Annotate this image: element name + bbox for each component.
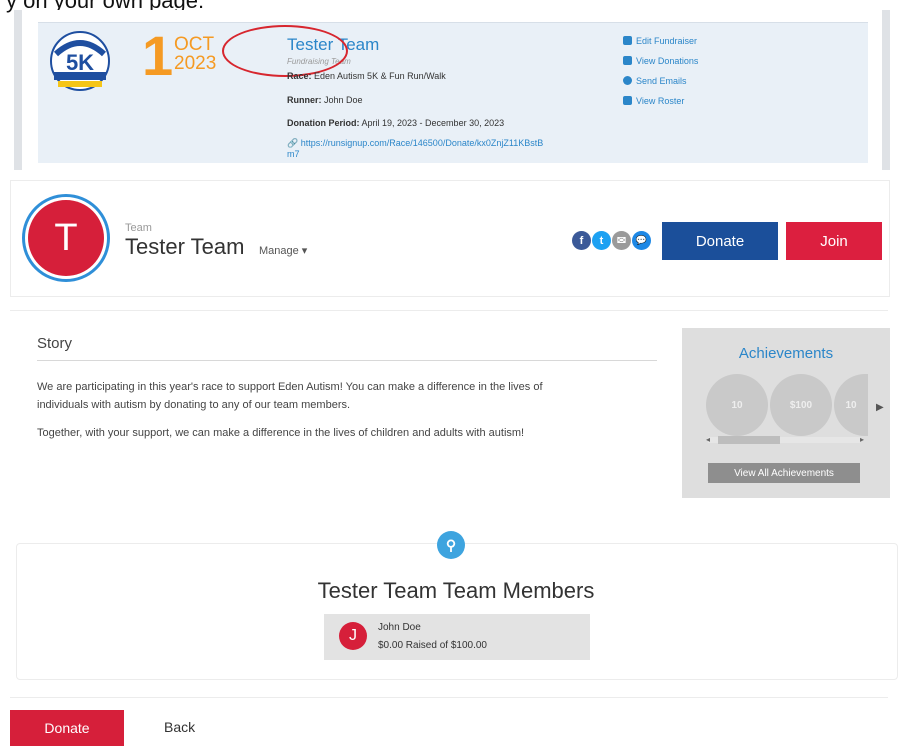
story-paragraph-2: Together, with your support, we can make… [37,427,525,439]
scroll-left-icon[interactable]: ◂ [706,435,710,444]
story-divider [37,360,657,361]
edit-fundraiser-link[interactable]: Edit Fundraiser [623,36,697,46]
scroll-right-icon[interactable]: ▸ [860,435,864,444]
period-line: Donation Period: April 19, 2023 - Decemb… [287,118,504,128]
period-value: April 19, 2023 - December 30, 2023 [361,118,505,128]
story-paragraph-1-line-1: We are participating in this year's race… [37,381,543,393]
bottom-divider [10,697,888,698]
roster-icon [623,96,632,105]
frame-border-left [14,10,22,170]
view-donations-label: View Donations [636,56,699,66]
highlight-circle-annotation [222,25,348,77]
facebook-share-icon[interactable]: f [572,231,591,250]
member-avatar: J [339,622,367,650]
view-all-achievements-button[interactable]: View All Achievements [708,463,860,483]
team-members-icon: ⚲ [437,531,465,559]
frame-border-right [882,10,890,170]
send-emails-label: Send Emails [636,76,687,86]
view-roster-label: View Roster [636,96,685,106]
email-share-icon[interactable]: ✉ [612,231,631,250]
donate-url-link[interactable]: 🔗 https://runsignup.com/Race/146500/Dona… [287,138,543,149]
event-year: 2023 [174,53,217,74]
achievement-badge[interactable]: $100 [770,374,832,436]
view-donations-link[interactable]: View Donations [623,56,698,66]
chevron-right-icon[interactable]: ▶ [876,402,884,413]
twitter-share-icon[interactable]: t [592,231,611,250]
story-paragraph-1-line-2: individuals with autism by donating to a… [37,399,351,411]
race-line: Race: Eden Autism 5K & Fun Run/Walk [287,71,446,81]
runner-line: Runner: John Doe [287,95,363,105]
view-roster-link[interactable]: View Roster [623,96,684,106]
race-label: Race: [287,71,312,81]
edit-icon [623,36,632,45]
link-icon: 🔗 [287,138,299,148]
event-day: 1 [142,24,174,87]
join-button[interactable]: Join [786,222,882,260]
achievements-scroll-thumb[interactable] [718,436,780,444]
team-type-label: Team [125,222,152,234]
member-raised: $0.00 Raised of $100.00 [378,640,487,651]
gift-icon [623,56,632,65]
period-label: Donation Period: [287,118,360,128]
message-share-icon[interactable]: 💬 [632,231,651,250]
svg-text:5K: 5K [66,50,94,75]
runner-value: John Doe [324,95,363,105]
member-name[interactable]: John Doe [378,622,421,633]
team-name: Tester Team [125,234,245,259]
manage-dropdown[interactable]: Manage ▾ [259,244,307,257]
donate-url-line1: https://runsignup.com/Race/146500/Donate… [300,138,544,148]
story-heading: Story [37,335,73,352]
team-members-title: Tester Team Team Members [317,578,595,603]
team-avatar: T [28,200,104,276]
achievements-title: Achievements [738,345,834,362]
runner-label: Runner: [287,95,322,105]
achievement-badge[interactable]: 10 [706,374,768,436]
email-icon [623,76,632,85]
back-link[interactable]: Back [164,719,195,735]
send-emails-link[interactable]: Send Emails [623,76,687,86]
race-logo-icon: 5K [50,31,110,91]
donate-button[interactable]: Donate [662,222,778,260]
race-value: Eden Autism 5K & Fun Run/Walk [314,71,446,81]
donate-url-line2[interactable]: m7 [287,149,300,159]
edit-fundraiser-label: Edit Fundraiser [636,36,698,46]
